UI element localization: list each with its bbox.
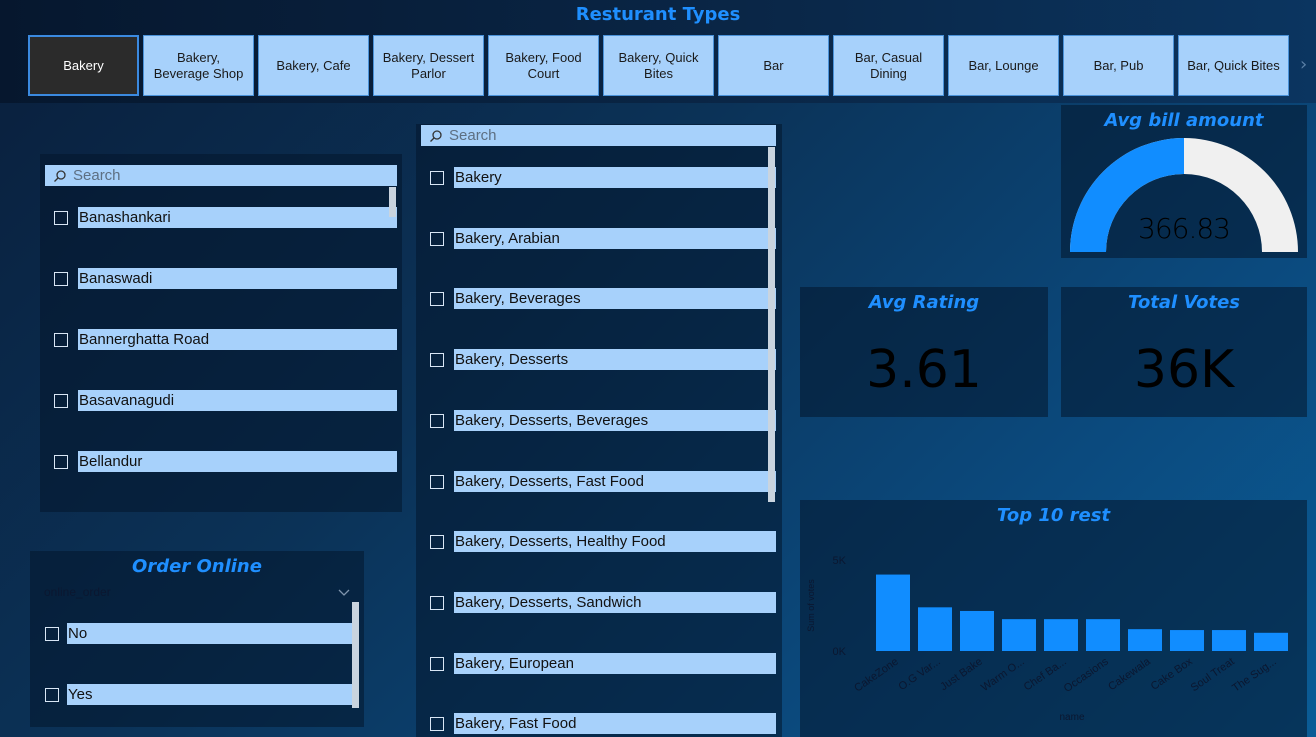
checkbox[interactable] [430,535,444,550]
online-order-field-label: online_order [44,585,111,599]
bar [1128,629,1162,651]
x-axis-label: name [1059,712,1084,723]
checkbox[interactable] [430,353,444,368]
checkbox[interactable] [430,171,444,185]
checkbox[interactable] [430,656,444,671]
restaurant-type-tile[interactable]: Bakery, Food Court [488,35,599,96]
restaurant-type-tile[interactable]: Bakery, Cafe [258,35,369,96]
x-tick-label: Chef Ba... [1022,656,1069,694]
restaurant-type-tile[interactable]: Bar, Pub [1063,35,1174,96]
x-tick-label: CakeZone [852,656,900,695]
restaurant-types-title: Resturant Types [575,4,741,25]
top10-chart-title: Top 10 rest [996,505,1111,526]
list-item-label: Banaswadi [78,268,397,289]
restaurant-type-tile[interactable]: Bar, Quick Bites [1178,35,1289,96]
x-tick-label: Soul Treat [1189,656,1237,695]
checkbox[interactable] [430,292,444,307]
list-item-label: Bakery, Desserts, Beverages [454,409,776,431]
list-item-label: Yes [67,684,359,705]
restaurant-type-tile[interactable]: Bakery, Beverage Shop [143,35,254,96]
order-online-scrollbar[interactable] [352,602,359,708]
list-item-label: Bellandur [78,451,397,472]
bar [1212,630,1246,651]
x-tick-label: Cake Box [1149,655,1195,692]
bar [1002,619,1036,651]
checkbox[interactable] [430,595,444,610]
search-icon [430,129,442,142]
restaurant-type-tile[interactable]: Bakery, Quick Bites [603,35,714,96]
cuisine-scrollbar[interactable] [768,147,775,502]
bar [960,610,994,651]
avg-bill-title: Avg bill amount [1104,110,1264,131]
list-item-label: No [67,623,359,644]
list-item-label: Bakery, Desserts [454,349,776,371]
avg-rating-title: Avg Rating [868,292,980,313]
checkbox[interactable] [430,474,444,489]
chevron-right-icon[interactable]: › [1300,54,1307,75]
x-tick-label: Occasions [1062,655,1111,695]
total-votes-title: Total Votes [1127,292,1241,313]
checkbox[interactable] [54,394,68,408]
list-item-label: Bakery, Desserts, Sandwich [454,591,776,613]
list-item-label: Bakery, Desserts, Fast Food [454,470,776,492]
bar [1044,619,1078,651]
x-tick-label: O.G Var... [896,656,942,693]
chevron-down-icon[interactable] [338,583,350,596]
list-item-label: Basavanagudi [78,390,397,411]
list-item-label: Bakery, European [454,652,776,674]
checkbox[interactable] [430,413,444,428]
y-tick-label: 5K [833,555,847,567]
list-item-label: Bakery, Beverages [454,288,776,310]
location-search-input[interactable]: Search [45,165,397,186]
x-tick-label: Just Bake [938,656,984,694]
list-item-label: Bakery, Fast Food [454,713,776,735]
total-votes-value: 36K [1133,340,1235,400]
restaurant-type-tile[interactable]: Bar, Lounge [948,35,1059,96]
checkbox[interactable] [430,717,444,732]
list-item-label: Bakery [454,167,776,188]
y-tick-label: 0K [833,646,847,658]
checkbox[interactable] [54,211,68,225]
avg-bill-value: 366.83 [1138,212,1231,245]
checkbox[interactable] [54,272,68,286]
location-scrollbar[interactable] [389,187,396,217]
location-search-placeholder: Search [73,167,121,184]
cuisine-search-placeholder: Search [449,127,497,144]
checkbox[interactable] [45,688,59,702]
list-item-label: Bakery, Desserts, Healthy Food [454,531,776,553]
cuisine-search-input[interactable]: Search [421,125,776,146]
checkbox[interactable] [54,333,68,347]
list-item-label: Bannerghatta Road [78,329,397,350]
search-icon [54,169,66,182]
checkbox[interactable] [45,627,59,641]
bar [1086,619,1120,651]
list-item-label: Bakery, Arabian [454,227,776,249]
restaurant-type-tile[interactable]: Bakery [28,35,139,96]
list-item-label: Banashankari [78,207,397,228]
top10-bar-chart: 0K 5K Sum of votes CakeZoneO.G Var...Just B… [806,555,1288,723]
checkbox[interactable] [54,455,68,469]
bar [1170,630,1204,651]
checkbox[interactable] [430,231,444,246]
bar [876,574,910,651]
restaurant-type-tile[interactable]: Bar, Casual Dining [833,35,944,96]
x-tick-label: Cakewala [1106,655,1153,693]
restaurant-type-tile[interactable]: Bar [718,35,829,96]
order-online-title: Order Online [132,556,262,577]
restaurant-type-tile[interactable]: Bakery, Dessert Parlor [373,35,484,96]
x-tick-label: Warm O... [979,656,1027,694]
avg-rating-value: 3.61 [866,340,982,400]
y-axis-label: Sum of votes [806,579,816,632]
bar [918,607,952,651]
x-tick-label: The Sug... [1230,656,1278,695]
bar [1254,632,1288,651]
